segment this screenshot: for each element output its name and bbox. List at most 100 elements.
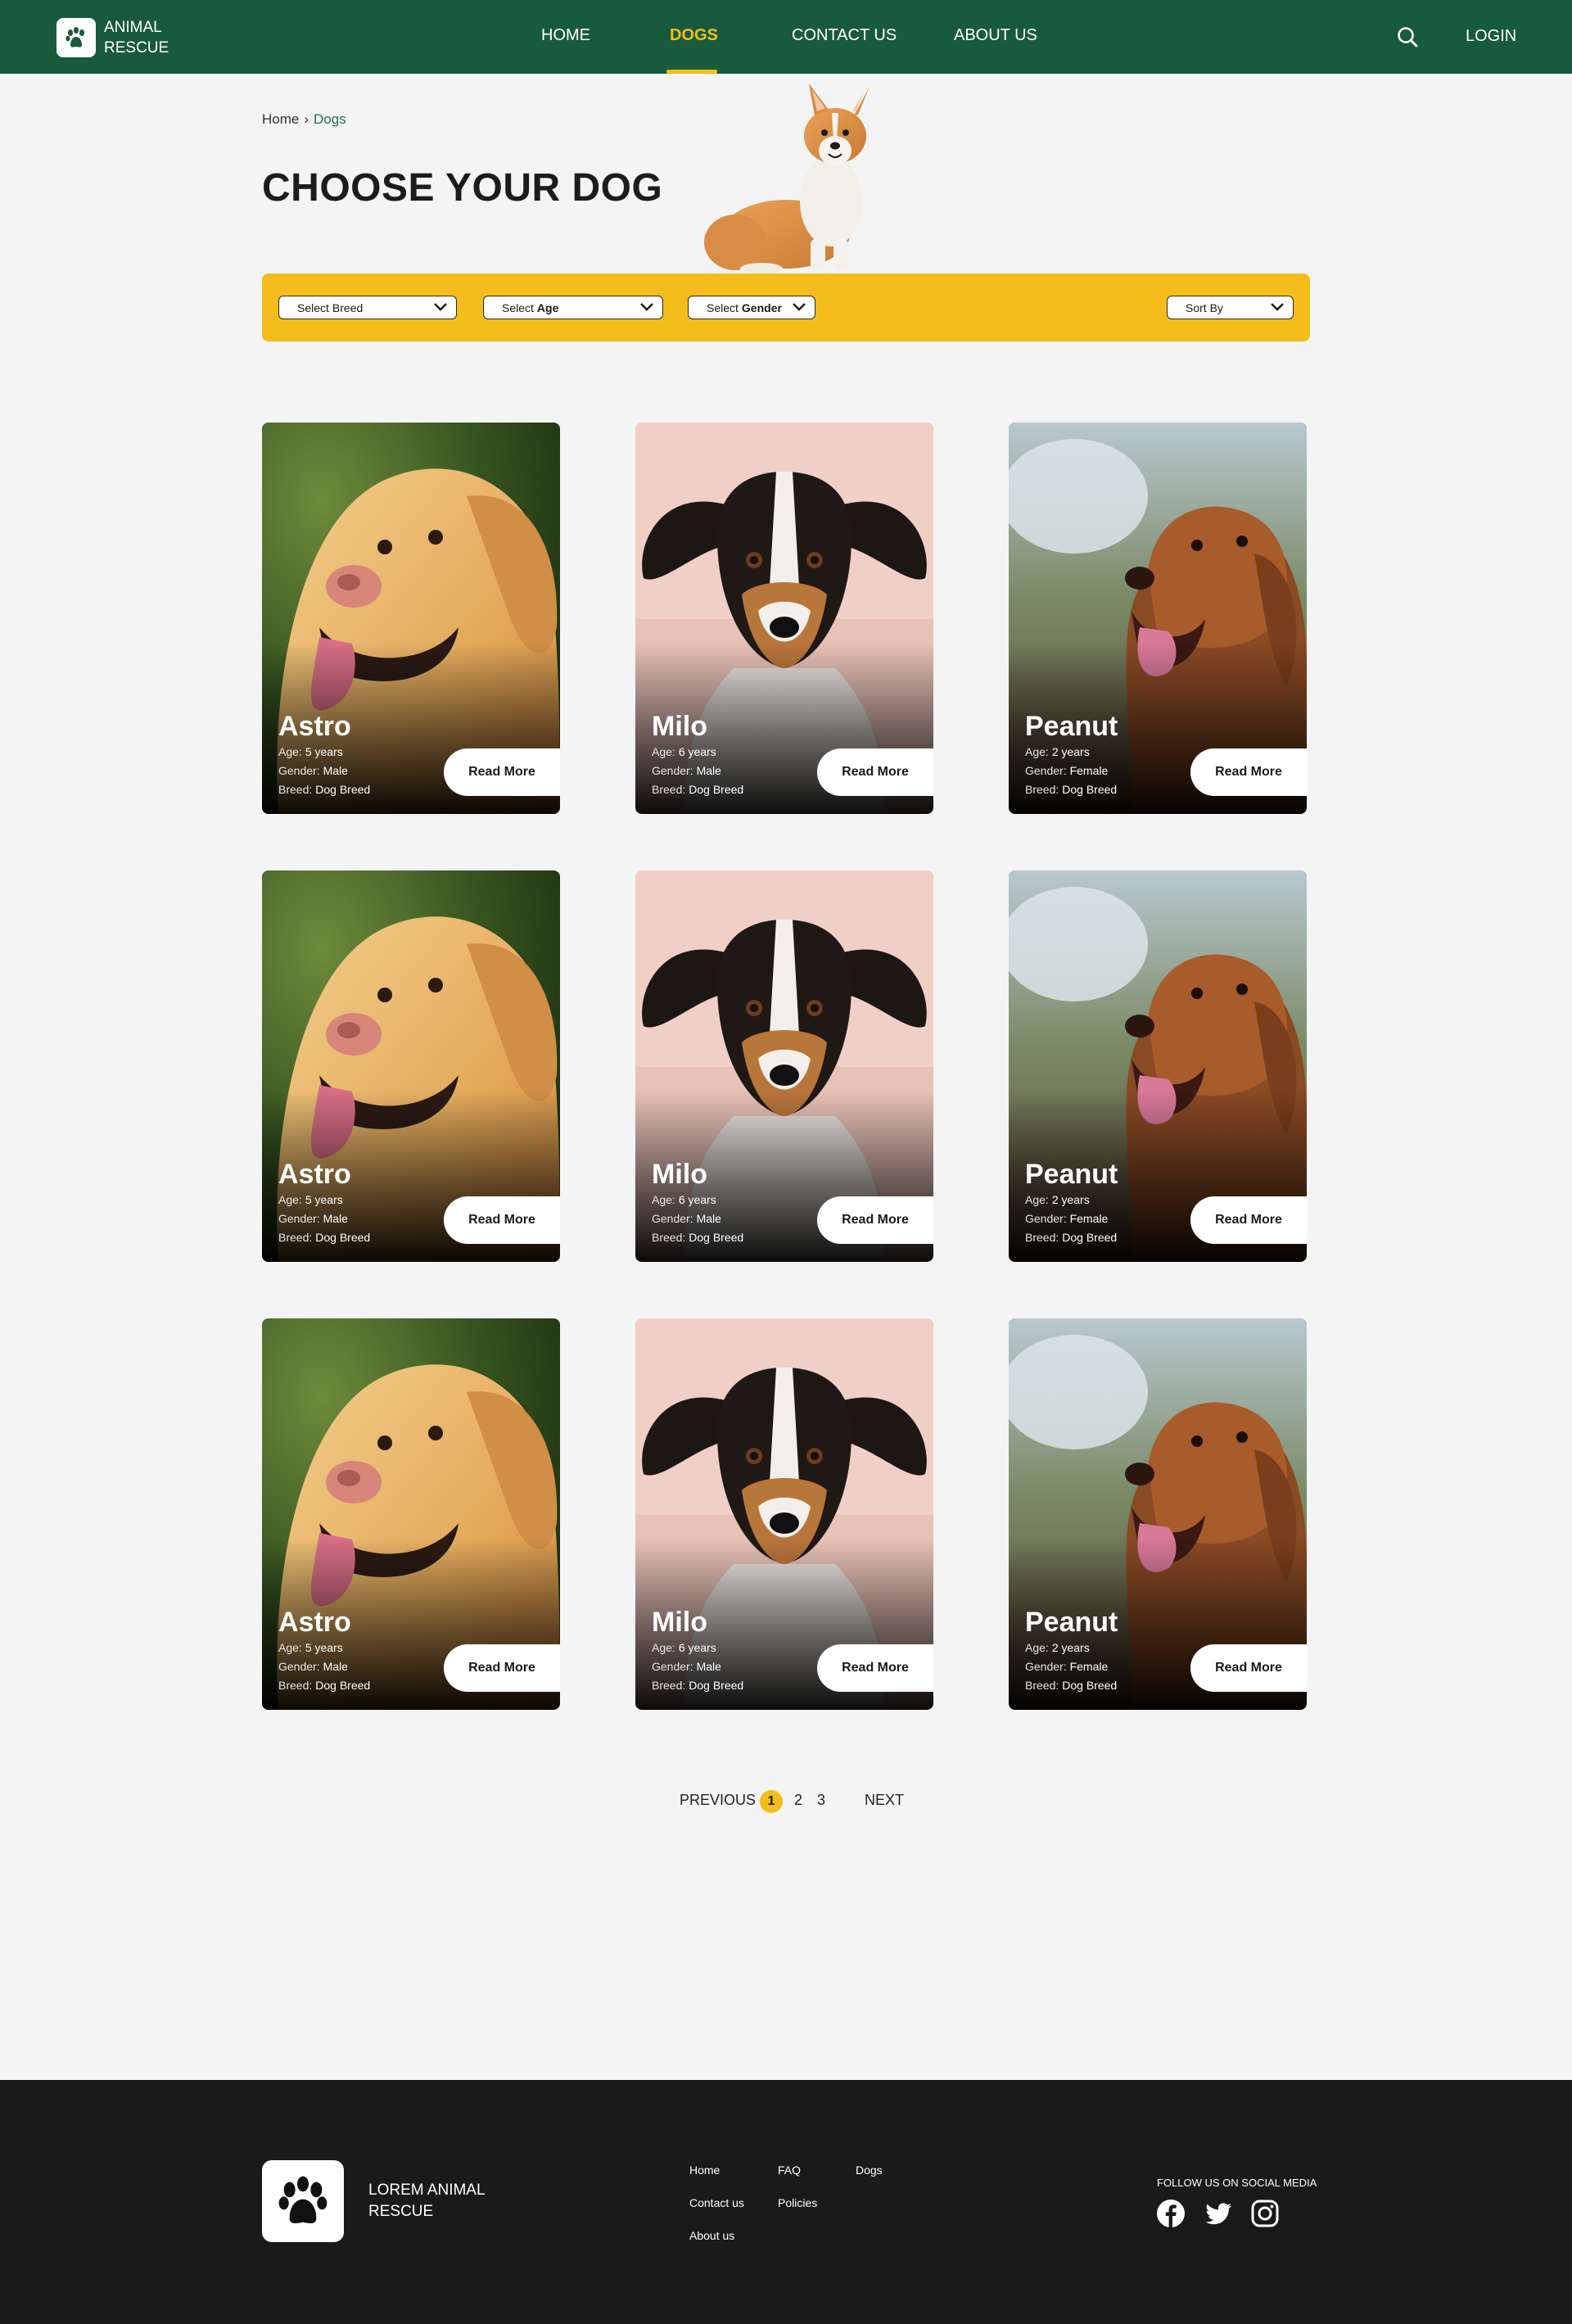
dog-gender: Gender: Female <box>1025 1660 1108 1673</box>
page-3-button[interactable]: 3 <box>817 1792 825 1809</box>
age-select-prefix: Select <box>502 301 534 314</box>
read-more-button[interactable]: Read More <box>444 1644 560 1692</box>
dog-card[interactable]: Astro Age: 5 years Gender: Male Breed: Dog Bre… <box>262 1318 560 1710</box>
read-more-button[interactable]: Read More <box>1190 1644 1307 1692</box>
breadcrumb: Home › Dogs <box>262 111 346 128</box>
age-select[interactable]: Select Age <box>483 296 663 319</box>
age-label: Age: <box>278 1193 302 1206</box>
breed-label: Breed: <box>652 783 686 796</box>
footer: LOREM ANIMAL RESCUE Home FAQ Dogs Contac… <box>0 2080 1572 2324</box>
dog-age: Age: 6 years <box>652 1193 716 1206</box>
footer-link-contact-us[interactable]: Contact us <box>689 2196 744 2209</box>
read-more-button[interactable]: Read More <box>444 748 560 796</box>
footer-link-faq[interactable]: FAQ <box>778 2163 801 2177</box>
gender-label: Gender: <box>278 1212 320 1225</box>
search-button[interactable] <box>1394 24 1421 50</box>
facebook-icon[interactable] <box>1156 2199 1186 2228</box>
twitter-icon[interactable] <box>1204 2199 1233 2228</box>
chevron-down-icon <box>793 303 806 311</box>
previous-page-button[interactable]: PREVIOUS <box>680 1792 756 1809</box>
breed-select-prefix: Select <box>297 301 329 314</box>
footer-link-home[interactable]: Home <box>689 2163 720 2177</box>
footer-link-policies[interactable]: Policies <box>778 2196 817 2209</box>
chevron-down-icon <box>1271 303 1284 311</box>
gender-label: Gender: <box>278 1660 320 1673</box>
dog-gender-value: Male <box>323 1660 348 1673</box>
age-label: Age: <box>278 1641 302 1654</box>
dog-card[interactable]: Milo Age: 6 years Gender: Male Breed: Dog Bree… <box>635 1318 933 1710</box>
age-label: Age: <box>1025 745 1049 758</box>
dog-age: Age: 5 years <box>278 1641 343 1654</box>
dog-gender: Gender: Male <box>278 764 348 777</box>
next-page-button[interactable]: NEXT <box>865 1792 904 1809</box>
dog-gender-value: Male <box>696 764 721 777</box>
dog-age-value: 2 years <box>1051 745 1090 758</box>
footer-paw-icon <box>262 2160 344 2242</box>
dog-gender-value: Female <box>1069 1212 1109 1225</box>
dog-card[interactable]: Astro Age: 5 years Gender: Male Breed: Dog Bre… <box>262 423 560 814</box>
breed-label: Breed: <box>278 1231 313 1244</box>
nav-contact-us[interactable]: CONTACT US <box>792 26 897 45</box>
read-more-button[interactable]: Read More <box>817 748 933 796</box>
age-label: Age: <box>652 1641 675 1654</box>
dog-breed: Breed: Dog Breed <box>278 1679 370 1692</box>
dog-age: Age: 6 years <box>652 745 716 758</box>
dog-breed: Breed: Dog Breed <box>1025 1679 1117 1692</box>
read-more-button[interactable]: Read More <box>817 1644 933 1692</box>
dog-breed-value: Dog Breed <box>1062 783 1118 796</box>
read-more-button[interactable]: Read More <box>817 1196 933 1244</box>
pagination: PREVIOUS 1 2 3 NEXT <box>0 1790 1572 1815</box>
dog-card[interactable]: Milo Age: 6 years Gender: Male Breed: Dog Bree… <box>635 423 933 814</box>
dog-gender-value: Female <box>1069 1660 1109 1673</box>
dog-breed-value: Dog Breed <box>315 783 371 796</box>
dog-breed: Breed: Dog Breed <box>278 783 370 796</box>
gender-label: Gender: <box>652 764 693 777</box>
read-more-button[interactable]: Read More <box>1190 1196 1307 1244</box>
page-2-button[interactable]: 2 <box>794 1792 802 1809</box>
active-nav-indicator <box>666 70 717 74</box>
dog-name: Milo <box>652 1159 707 1190</box>
footer-link-about-us[interactable]: About us <box>689 2229 734 2242</box>
dog-gender: Gender: Male <box>278 1212 348 1225</box>
dog-name: Astro <box>278 1159 351 1190</box>
dog-age-value: 6 years <box>678 745 716 758</box>
nav-dogs[interactable]: DOGS <box>670 26 718 45</box>
instagram-icon[interactable] <box>1250 2199 1280 2228</box>
read-more-button[interactable]: Read More <box>444 1196 560 1244</box>
filter-bar: Select Breed Select Age Select Gender So… <box>262 274 1310 341</box>
dog-breed: Breed: Dog Breed <box>1025 1231 1117 1244</box>
chevron-down-icon <box>434 303 447 311</box>
dog-breed-value: Dog Breed <box>689 1679 744 1692</box>
page-1-button[interactable]: 1 <box>760 1790 783 1813</box>
nav-home[interactable]: HOME <box>541 26 590 45</box>
gender-label: Gender: <box>1025 764 1067 777</box>
dog-gender: Gender: Male <box>278 1660 348 1673</box>
gender-select-prefix: Select <box>707 301 739 314</box>
breed-select[interactable]: Select Breed <box>278 296 457 319</box>
read-more-button[interactable]: Read More <box>1190 748 1307 796</box>
dog-name: Astro <box>278 1607 351 1638</box>
dog-age-value: 5 years <box>305 745 343 758</box>
age-select-label: Age <box>536 301 559 314</box>
sort-select[interactable]: Sort By <box>1167 296 1294 319</box>
dog-gender: Gender: Male <box>652 1660 721 1673</box>
gender-select[interactable]: Select Gender <box>688 296 815 319</box>
dog-age-value: 5 years <box>305 1641 343 1654</box>
gender-label: Gender: <box>1025 1212 1067 1225</box>
age-label: Age: <box>1025 1641 1049 1654</box>
age-label: Age: <box>1025 1193 1049 1206</box>
login-button[interactable]: LOGIN <box>1466 27 1516 46</box>
search-icon <box>1398 27 1418 47</box>
dog-gender: Gender: Male <box>652 1212 721 1225</box>
crumb-home[interactable]: Home <box>262 111 299 128</box>
nav-about-us[interactable]: ABOUT US <box>954 26 1037 45</box>
age-label: Age: <box>278 745 302 758</box>
dog-card[interactable]: Peanut Age: 2 years Gender: Female Breed: Dog … <box>1009 1318 1307 1710</box>
breed-select-label: Breed <box>332 301 364 314</box>
dog-card[interactable]: Astro Age: 5 years Gender: Male Breed: Dog Bre… <box>262 870 560 1262</box>
age-label: Age: <box>652 1193 675 1206</box>
dog-card[interactable]: Peanut Age: 2 years Gender: Female Breed: Dog … <box>1009 870 1307 1262</box>
footer-link-dogs[interactable]: Dogs <box>856 2163 883 2177</box>
dog-card[interactable]: Milo Age: 6 years Gender: Male Breed: Dog Bree… <box>635 870 933 1262</box>
dog-card[interactable]: Peanut Age: 2 years Gender: Female Breed: Dog … <box>1009 423 1307 814</box>
